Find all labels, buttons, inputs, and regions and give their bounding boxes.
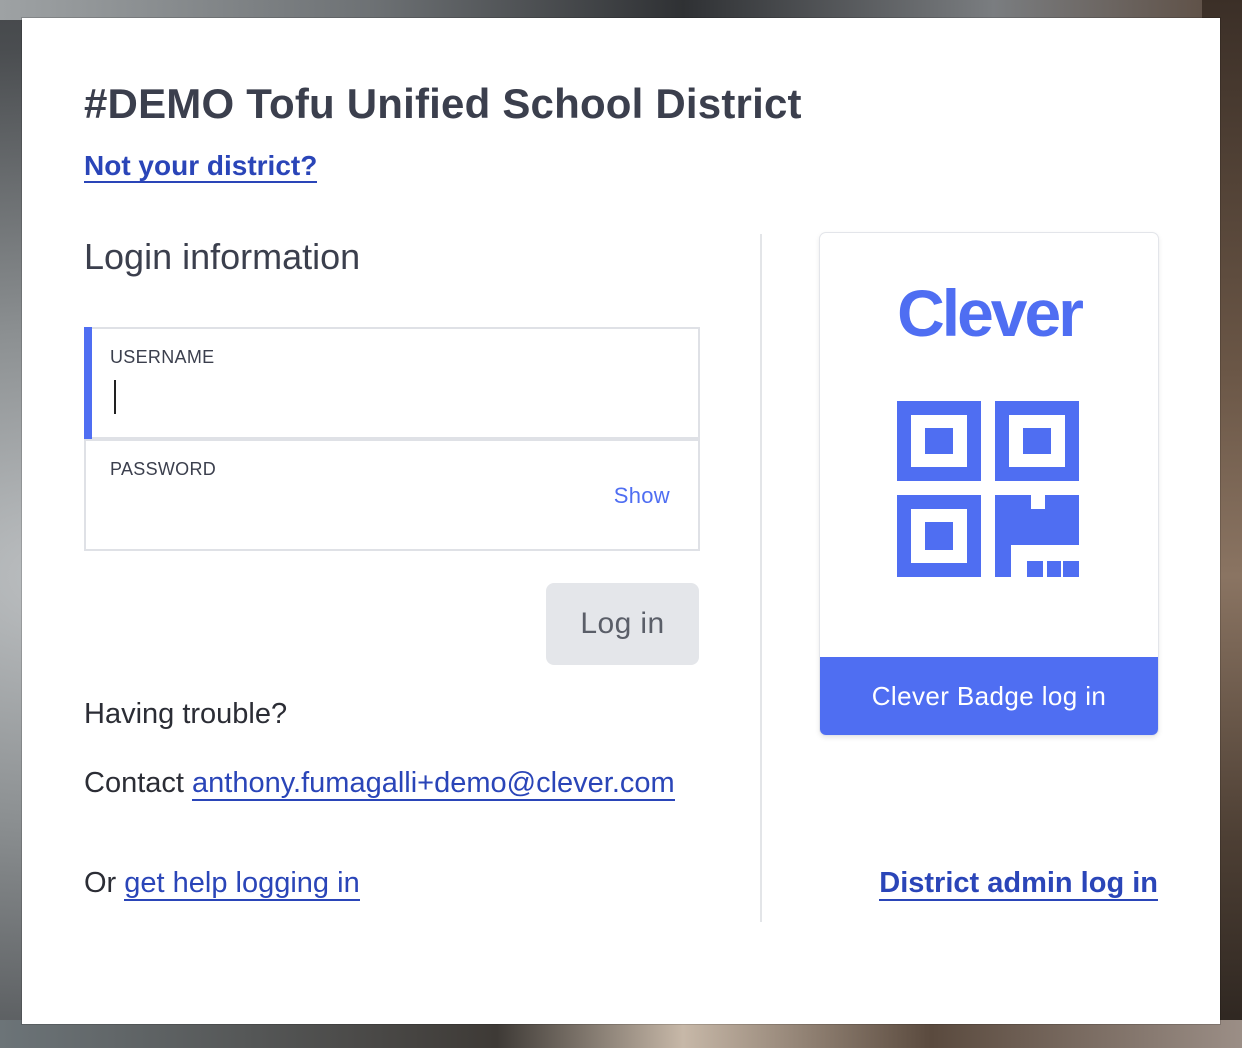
log-in-button[interactable]: Log in: [546, 583, 699, 665]
clever-logo: Clever: [897, 276, 1084, 350]
admin-login-wrapper: District admin log in: [879, 866, 1158, 901]
text-caret: [114, 380, 116, 414]
background-bottom: [0, 1020, 1242, 1048]
district-title: #DEMO Tofu Unified School District: [84, 80, 802, 127]
contact-email-link[interactable]: anthony.fumagalli+demo@clever.com: [192, 767, 675, 801]
help-line: Or get help logging in: [84, 866, 360, 901]
show-password-toggle[interactable]: Show: [614, 483, 670, 509]
clever-badge-card: Clever Clever Badge log in: [820, 233, 1158, 735]
clever-badge-login-button[interactable]: Clever Badge log in: [820, 657, 1158, 735]
login-card: #DEMO Tofu Unified School District Not y…: [22, 18, 1220, 1024]
focus-indicator: [84, 327, 92, 439]
not-your-district-link[interactable]: Not your district?: [84, 150, 318, 183]
background-top: [0, 0, 1242, 20]
username-input[interactable]: [110, 377, 670, 417]
contact-line: Contact anthony.fumagalli+demo@clever.co…: [84, 763, 704, 804]
username-label: USERNAME: [110, 347, 215, 367]
district-admin-login-link[interactable]: District admin log in: [879, 867, 1158, 901]
contact-prefix: Contact: [84, 767, 192, 799]
password-label: PASSWORD: [110, 459, 217, 479]
get-help-link[interactable]: get help logging in: [124, 867, 360, 901]
qr-code-icon: [897, 401, 1079, 577]
password-input[interactable]: [110, 489, 670, 529]
column-divider: [760, 234, 762, 922]
password-field[interactable]: PASSWORD Show: [84, 439, 700, 551]
username-field[interactable]: USERNAME: [84, 327, 700, 439]
not-your-district-wrapper: Not your district?: [84, 149, 318, 183]
or-prefix: Or: [84, 867, 125, 899]
login-heading: Login information: [84, 236, 361, 277]
having-trouble-text: Having trouble?: [84, 698, 288, 730]
